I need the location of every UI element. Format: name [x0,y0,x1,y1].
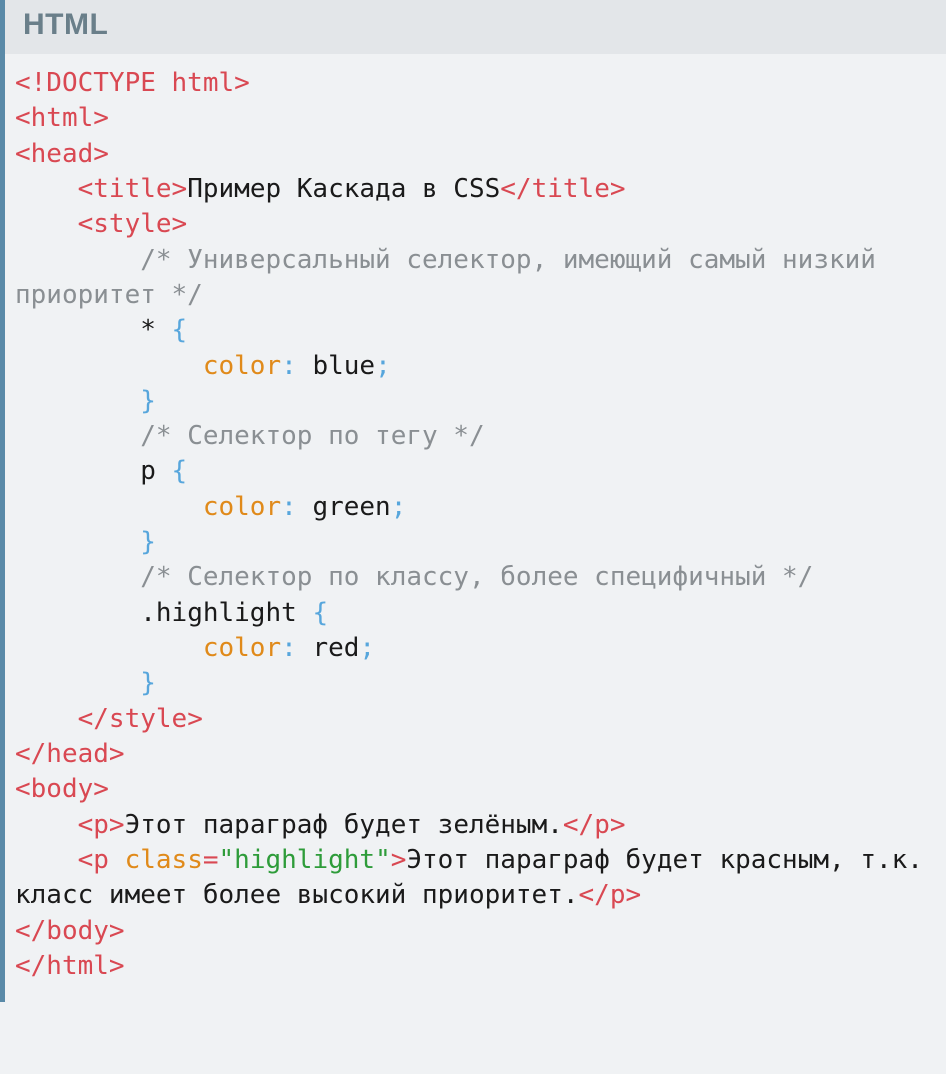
code-token: ; [375,351,391,381]
code-token: { [172,456,188,486]
code-token: .highlight [140,598,297,628]
code-token: <!DOCTYPE html> [15,68,250,98]
code-token: "highlight" [219,845,391,875]
code-token: color [203,351,281,381]
code-language-label: HTML [23,8,108,41]
code-token: Этот параграф будет зелёным. [125,810,563,840]
code-token: : [281,633,297,663]
code-token: class [125,845,203,875]
code-token: : [281,351,297,381]
code-token: <html> [15,103,109,133]
code-token: <title> [78,174,188,204]
code-token: ; [359,633,375,663]
code-token: } [140,527,156,557]
code-content: <!DOCTYPE html> <html> <head> <title>При… [5,54,946,1002]
code-token: <p [78,845,125,875]
code-token: = [203,845,219,875]
code-token: ; [391,492,407,522]
code-token: } [140,668,156,698]
code-token: { [312,598,328,628]
code-token: blue [312,351,375,381]
code-token: </body> [15,916,125,946]
code-token: color [203,633,281,663]
code-block: HTML <!DOCTYPE html> <html> <head> <titl… [0,0,946,1002]
code-token: <p> [78,810,125,840]
code-token: > [391,845,407,875]
code-token: <body> [15,774,109,804]
code-token: : [281,492,297,522]
code-token: Пример Каскада в CSS [187,174,500,204]
code-token: } [140,386,156,416]
code-token: /* Селектор по тегу */ [140,421,484,451]
code-token: p [140,456,156,486]
code-token: </title> [500,174,625,204]
code-token: color [203,492,281,522]
code-block-header: HTML [5,0,946,54]
code-tokens: <!DOCTYPE html> <html> <head> <title>При… [15,68,939,981]
code-token: </style> [78,704,203,734]
code-token: green [312,492,390,522]
code-token: /* Селектор по классу, более специфичный… [140,562,813,592]
code-token: </html> [15,951,125,981]
code-token: /* Универсальный селектор, имеющий самый… [15,245,892,310]
code-token: </p> [579,880,642,910]
code-token: <head> [15,139,109,169]
code-token: </head> [15,739,125,769]
code-token: * [140,315,156,345]
code-token: { [172,315,188,345]
code-token: red [312,633,359,663]
code-token: </p> [563,810,626,840]
code-token: <style> [78,209,188,239]
